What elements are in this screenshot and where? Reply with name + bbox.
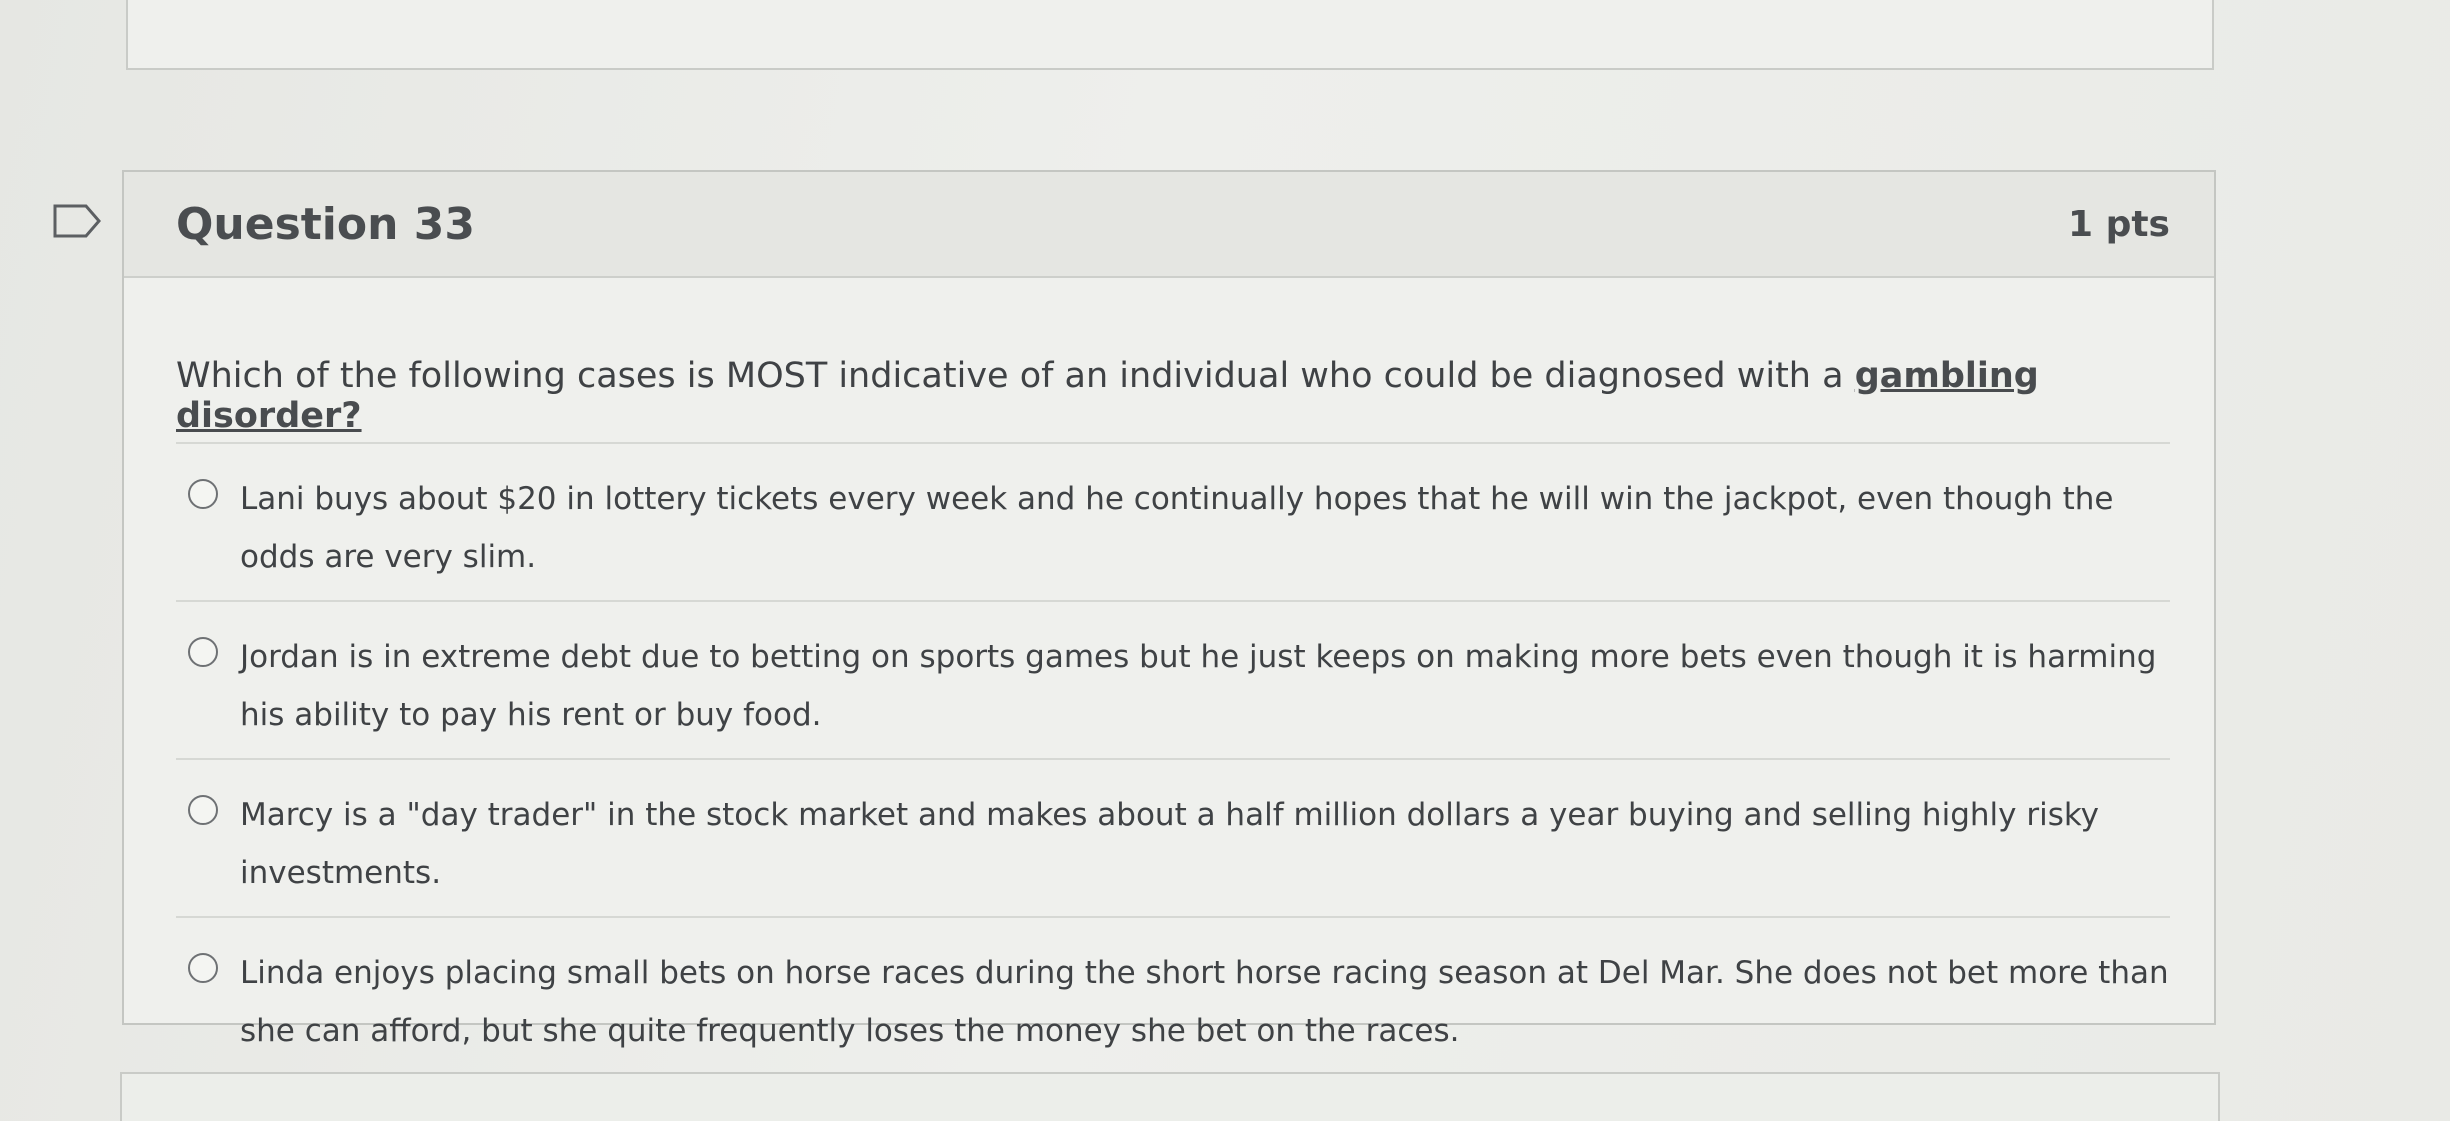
question-card: Question 33 1 pts Which of the following… xyxy=(122,170,2216,1049)
answer-option-linda[interactable]: Linda enjoys placing small bets on horse… xyxy=(176,918,2170,1074)
radio-button[interactable] xyxy=(188,795,218,825)
radio-button[interactable] xyxy=(188,637,218,667)
question-text: Which of the following cases is MOST ind… xyxy=(176,356,2170,442)
answer-list: Lani buys about $20 in lottery tickets e… xyxy=(176,444,2170,1074)
radio-button[interactable] xyxy=(188,479,218,509)
answer-label[interactable]: Lani buys about $20 in lottery tickets e… xyxy=(240,470,2170,586)
previous-question-card xyxy=(126,0,2214,70)
question-points: 1 pts xyxy=(2068,203,2170,245)
answer-option-lani[interactable]: Lani buys about $20 in lottery tickets e… xyxy=(176,444,2170,602)
flag-icon[interactable] xyxy=(52,203,102,239)
question-title: Question 33 xyxy=(176,198,475,250)
answer-label[interactable]: Marcy is a "day trader" in the stock mar… xyxy=(240,786,2170,902)
question-body: Which of the following cases is MOST ind… xyxy=(124,356,2214,1074)
answer-option-marcy[interactable]: Marcy is a "day trader" in the stock mar… xyxy=(176,760,2170,918)
answer-label[interactable]: Jordan is in extreme debt due to betting… xyxy=(240,628,2170,744)
answer-option-jordan[interactable]: Jordan is in extreme debt due to betting… xyxy=(176,602,2170,760)
next-question-card xyxy=(120,1072,2220,1121)
radio-button[interactable] xyxy=(188,953,218,983)
question-text-main: Which of the following cases is MOST ind… xyxy=(176,356,1855,396)
question-header: Question 33 1 pts xyxy=(124,172,2214,278)
answer-label[interactable]: Linda enjoys placing small bets on horse… xyxy=(240,944,2170,1060)
